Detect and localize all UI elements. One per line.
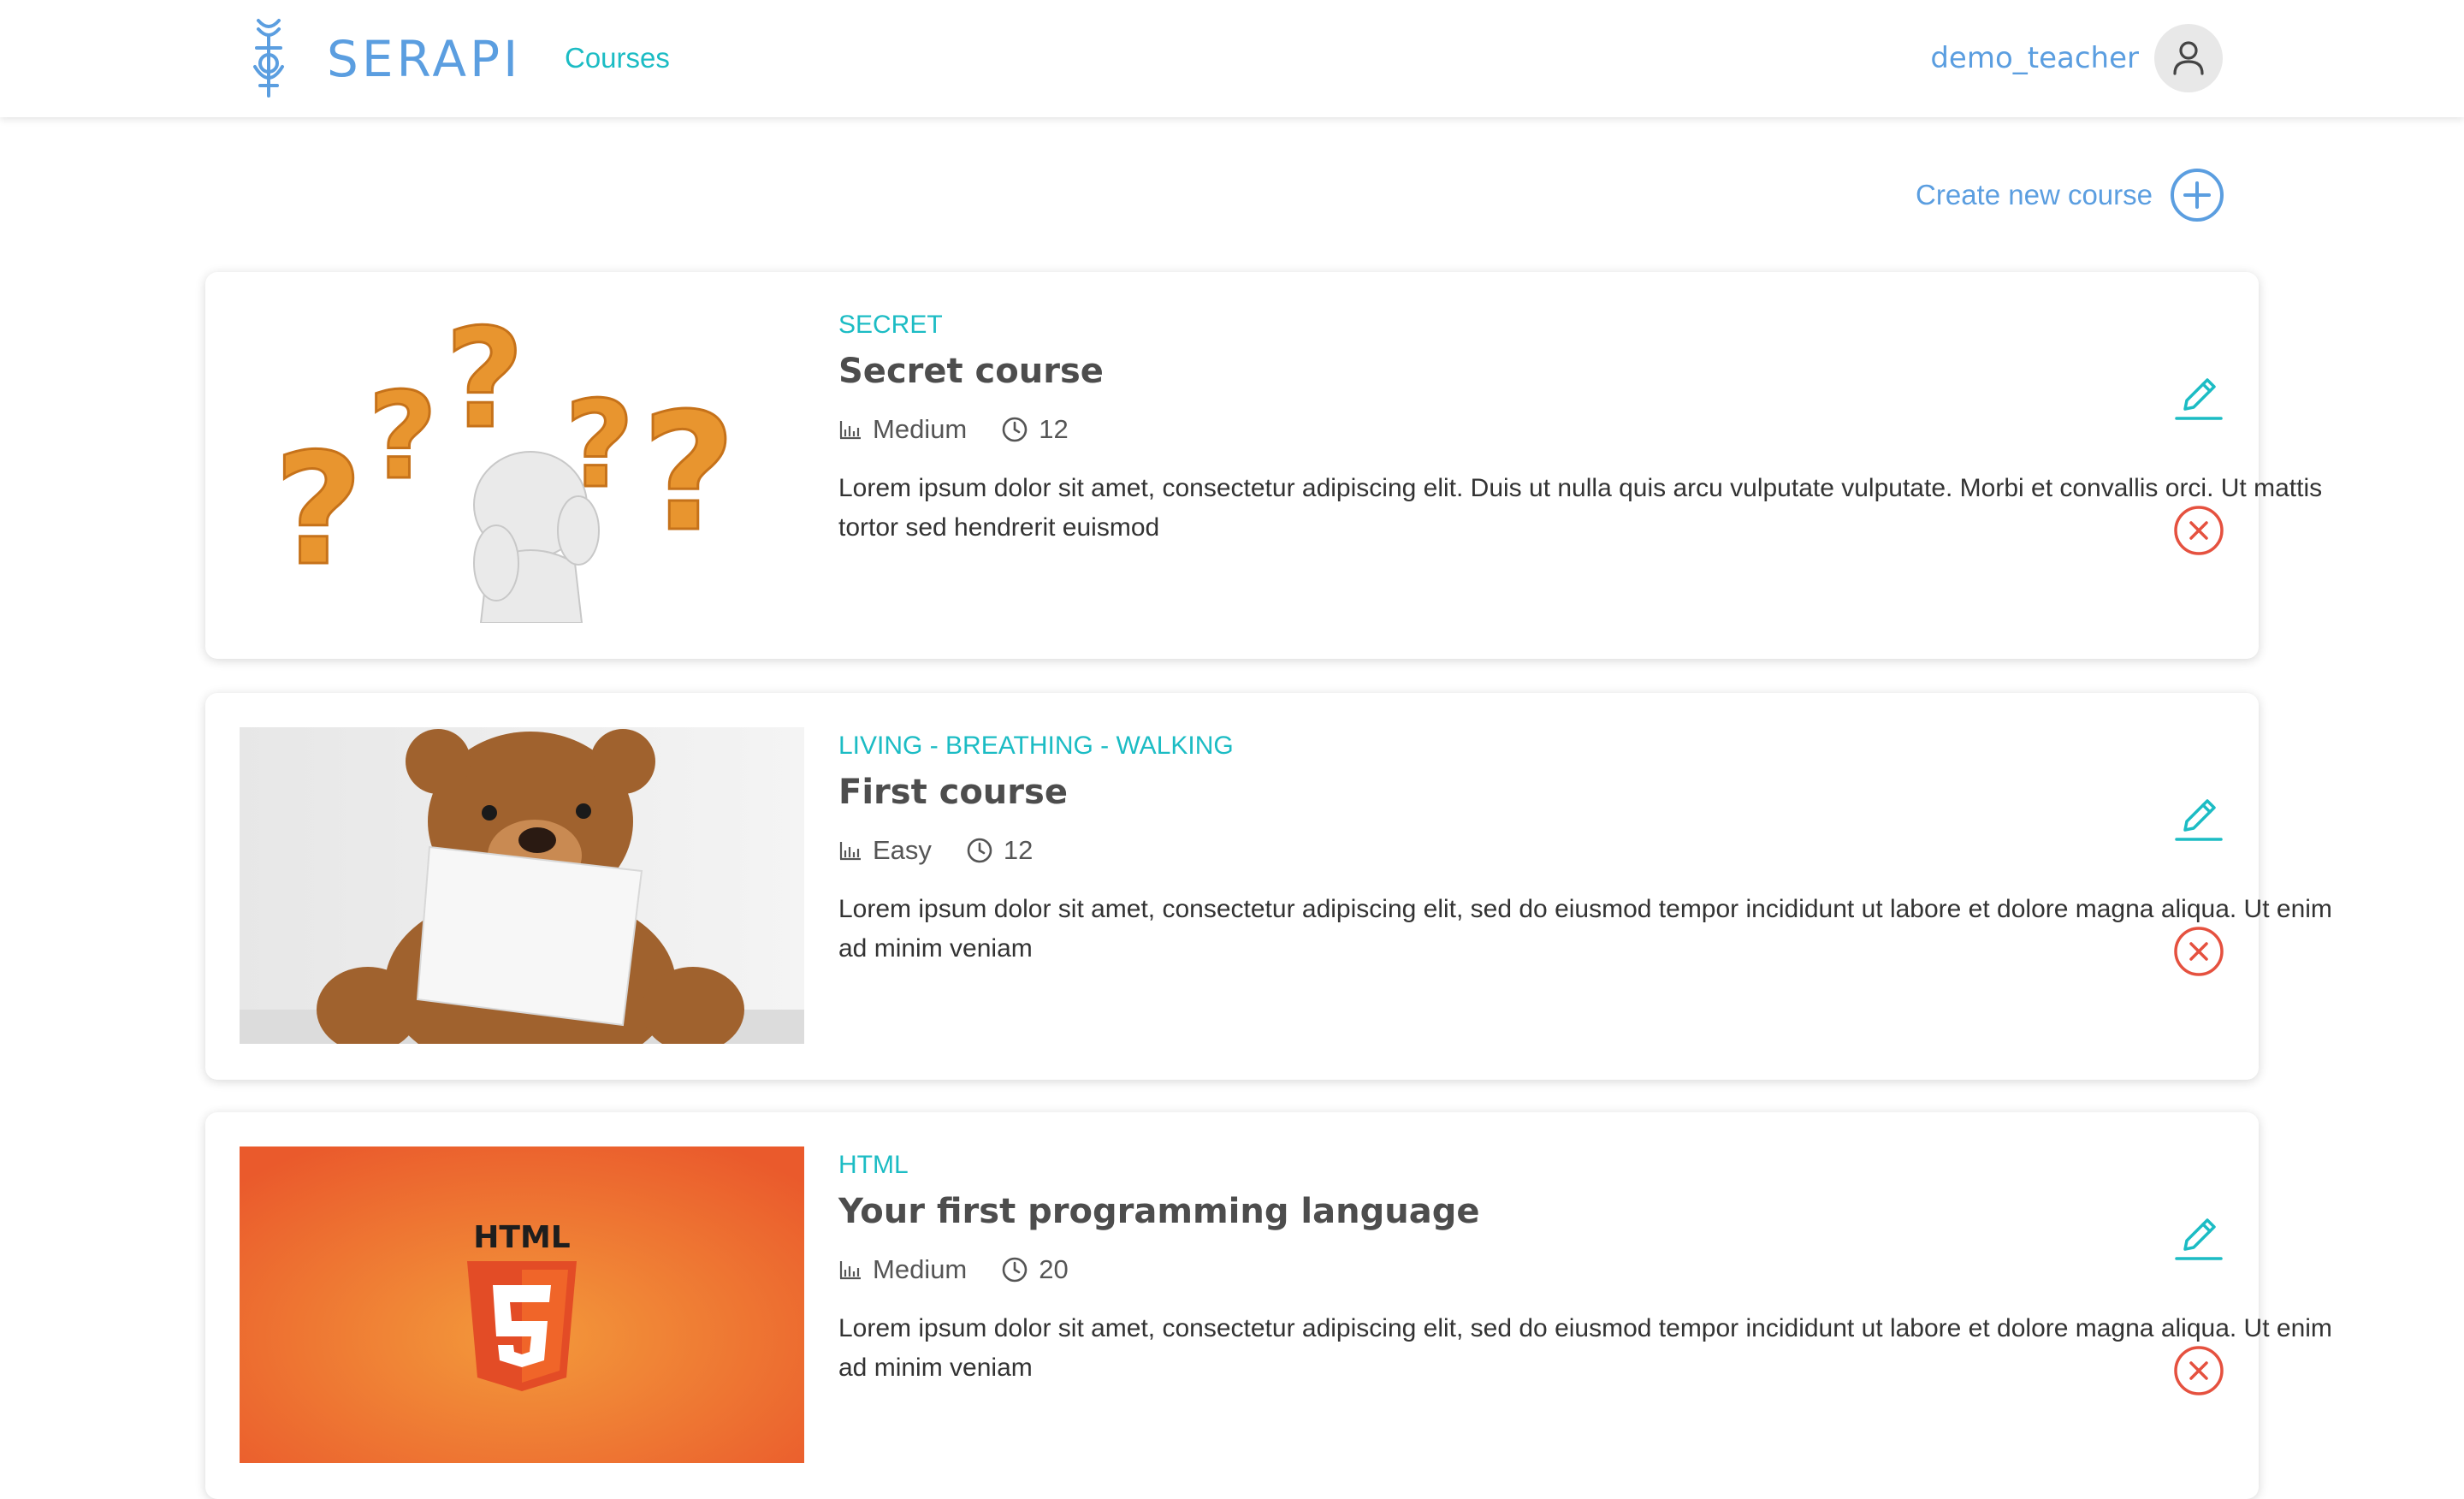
course-image[interactable]: ? ? ? ? ?	[240, 306, 804, 623]
create-course-label: Create new course	[1916, 179, 2153, 210]
pencil-icon[interactable]	[2173, 371, 2224, 423]
difficulty-info: Medium	[838, 412, 967, 447]
x-circle-icon[interactable]	[2173, 1345, 2224, 1396]
duration-label: 12	[1003, 835, 1034, 865]
clock-icon	[1002, 417, 1028, 442]
course-title[interactable]: Your first programming language	[838, 1189, 1479, 1234]
course-description: Lorem ipsum dolor sit amet, consectetur …	[838, 474, 2323, 542]
course-meta: Medium 12	[838, 412, 1103, 447]
html-logo-text: HTML	[473, 1220, 570, 1255]
course-image[interactable]	[240, 727, 804, 1044]
brand-name[interactable]: SERAPI	[327, 29, 521, 89]
course-card[interactable]: ? ? ? ? ? SECRET Secret course Medium 12…	[205, 272, 2322, 659]
clock-icon	[1002, 1257, 1028, 1283]
nav-link-courses[interactable]: Courses	[565, 41, 670, 75]
teddy-bear-with-sign-image	[240, 727, 804, 1044]
serapi-logo-icon[interactable]	[246, 17, 291, 99]
course-description: Lorem ipsum dolor sit amet, consectetur …	[838, 1314, 2332, 1382]
course-meta: Easy 12	[838, 833, 1067, 868]
top-navbar: SERAPI Courses demo_teacher	[0, 0, 2464, 117]
username-label[interactable]: demo_teacher	[1930, 39, 2139, 77]
duration-label: 12	[1039, 414, 1069, 444]
duration-label: 20	[1039, 1254, 1069, 1284]
question-marks-figure-image: ? ? ? ? ?	[240, 306, 804, 623]
course-title[interactable]: Secret course	[838, 349, 1104, 394]
user-avatar-button[interactable]	[2154, 24, 2223, 92]
pencil-icon[interactable]	[2173, 792, 2224, 844]
course-meta: Medium 20	[838, 1253, 1103, 1287]
difficulty-label: Medium	[873, 1254, 968, 1284]
course-title[interactable]: First course	[838, 770, 1068, 815]
course-image[interactable]: HTML	[240, 1146, 804, 1463]
user-icon	[2173, 41, 2204, 75]
html5-logo-image: HTML	[240, 1146, 804, 1463]
svg-text:?: ?	[642, 378, 736, 567]
svg-text:?: ?	[368, 367, 437, 507]
difficulty-info: Medium	[838, 1253, 967, 1287]
duration-info: 20	[1001, 1253, 1069, 1287]
bar-chart-icon	[839, 1261, 861, 1280]
course-tag: LIVING - BREATHING - WALKING	[838, 732, 1234, 760]
clock-icon	[967, 838, 992, 863]
svg-text:?: ?	[274, 421, 363, 600]
difficulty-label: Easy	[873, 835, 932, 865]
plus-circle-icon	[2171, 169, 2224, 222]
course-tag: SECRET	[838, 311, 943, 339]
difficulty-label: Medium	[873, 414, 968, 444]
duration-info: 12	[1001, 412, 1069, 447]
duration-info: 12	[966, 833, 1033, 868]
create-course-button[interactable]: Create new course	[1916, 168, 2224, 222]
bar-chart-icon	[839, 421, 861, 440]
x-circle-icon[interactable]	[2173, 926, 2224, 977]
course-tag: HTML	[838, 1151, 909, 1179]
pencil-icon[interactable]	[2173, 1212, 2224, 1263]
bar-chart-icon	[839, 842, 861, 861]
course-description: Lorem ipsum dolor sit amet, consectetur …	[838, 895, 2332, 963]
svg-text:?: ?	[445, 306, 524, 459]
difficulty-info: Easy	[838, 833, 932, 868]
course-card[interactable]: LIVING - BREATHING - WALKING First cours…	[205, 693, 2332, 1080]
course-card[interactable]: HTML HTML Your first programming languag…	[205, 1112, 2332, 1499]
x-circle-icon[interactable]	[2173, 505, 2224, 556]
